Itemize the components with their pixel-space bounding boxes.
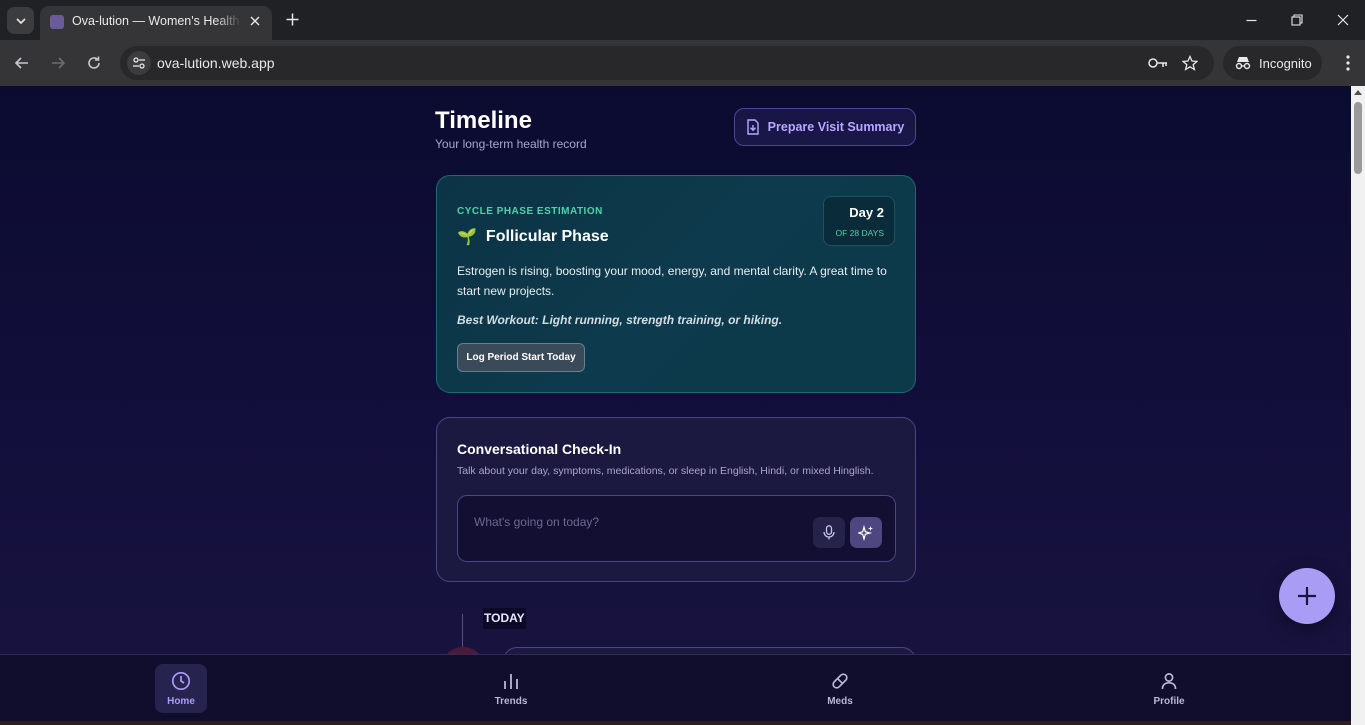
cycle-phase-name: Follicular Phase bbox=[485, 228, 609, 245]
reload-icon bbox=[88, 56, 100, 69]
browser-tabbar: Ova-lution — Women's Health bbox=[0, 0, 1365, 40]
nav-trends-label: Trends bbox=[494, 695, 528, 707]
seedling-icon: 🌱 bbox=[457, 229, 477, 246]
cycle-kicker: CYCLE PHASE ESTIMATION bbox=[457, 206, 603, 217]
restore-button[interactable] bbox=[1288, 11, 1306, 29]
new-tab-button[interactable] bbox=[282, 9, 302, 29]
back-button[interactable] bbox=[11, 52, 33, 74]
cycle-day-number: Day 2 bbox=[849, 205, 884, 220]
password-key-icon[interactable] bbox=[1148, 53, 1168, 73]
incognito-indicator[interactable]: Incognito bbox=[1223, 46, 1322, 80]
cycle-phase-card: CYCLE PHASE ESTIMATION 🌱 Follicular Phas… bbox=[436, 175, 916, 393]
microphone-icon bbox=[823, 525, 835, 540]
checkin-placeholder: What's going on today? bbox=[474, 515, 600, 529]
prepare-visit-summary-label: Prepare Visit Summary bbox=[767, 120, 905, 134]
more-vertical-icon bbox=[1346, 55, 1350, 71]
pill-icon bbox=[832, 672, 848, 689]
restore-icon bbox=[1291, 14, 1303, 26]
file-download-icon bbox=[746, 119, 759, 135]
bar-chart-icon bbox=[504, 673, 518, 689]
tab-search-button[interactable] bbox=[7, 7, 34, 34]
address-bar[interactable]: ova-lution.web.app bbox=[120, 46, 1214, 80]
browser-tab[interactable]: Ova-lution — Women's Health bbox=[40, 6, 272, 40]
voice-input-button[interactable] bbox=[813, 517, 845, 548]
incognito-label: Incognito bbox=[1259, 55, 1312, 71]
nav-profile-label: Profile bbox=[1153, 695, 1185, 707]
tune-icon bbox=[133, 57, 145, 69]
user-icon bbox=[1161, 672, 1177, 689]
plus-icon bbox=[286, 13, 298, 25]
scroll-up-arrow-icon[interactable] bbox=[1354, 90, 1362, 95]
close-tab-icon[interactable] bbox=[246, 12, 264, 30]
bottom-edge bbox=[0, 721, 1351, 725]
incognito-icon bbox=[1235, 57, 1251, 70]
cycle-phase-heading: 🌱 Follicular Phase bbox=[457, 227, 609, 247]
page-viewport: Timeline Your long-term health record Pr… bbox=[0, 86, 1351, 725]
page-scrollbar[interactable] bbox=[1351, 86, 1365, 725]
arrow-right-icon bbox=[52, 57, 66, 69]
prepare-visit-summary-button[interactable]: Prepare Visit Summary bbox=[734, 108, 916, 146]
nav-profile[interactable]: Profile bbox=[1143, 664, 1195, 713]
checkin-card: Conversational Check-In Talk about your … bbox=[436, 417, 916, 582]
chevron-down-icon bbox=[15, 17, 26, 24]
minimize-button[interactable] bbox=[1242, 11, 1260, 29]
close-window-button[interactable] bbox=[1334, 11, 1352, 29]
checkin-title: Conversational Check-In bbox=[457, 441, 622, 457]
nav-trends[interactable]: Trends bbox=[485, 664, 537, 713]
close-icon bbox=[1337, 14, 1349, 26]
bookmark-star-icon[interactable] bbox=[1180, 53, 1200, 73]
scroll-thumb[interactable] bbox=[1354, 102, 1362, 174]
add-entry-button[interactable] bbox=[1279, 568, 1335, 624]
browser-toolbar: ova-lution.web.app Incognito bbox=[0, 40, 1365, 86]
cycle-day-total: OF 28 DAYS bbox=[835, 228, 885, 238]
plus-icon bbox=[1298, 587, 1316, 605]
url-text[interactable]: ova-lution.web.app bbox=[157, 55, 275, 71]
minimize-icon bbox=[1246, 19, 1256, 21]
submit-checkin-button[interactable] bbox=[850, 517, 882, 548]
checkin-input[interactable]: What's going on today? bbox=[457, 495, 896, 562]
clock-icon bbox=[171, 671, 191, 690]
cycle-workout-tip: Best Workout: Light running, strength tr… bbox=[457, 313, 783, 327]
page-title: Timeline bbox=[435, 107, 532, 134]
log-period-start-button[interactable]: Log Period Start Today bbox=[457, 343, 585, 372]
browser-menu-button[interactable] bbox=[1337, 52, 1359, 74]
site-info-button[interactable] bbox=[127, 51, 151, 75]
favicon-icon bbox=[50, 15, 64, 29]
nav-meds[interactable]: Meds bbox=[814, 664, 866, 713]
arrow-left-icon bbox=[14, 57, 28, 69]
reload-button[interactable] bbox=[83, 52, 105, 74]
tab-title: Ova-lution — Women's Health bbox=[72, 14, 240, 28]
forward-button[interactable] bbox=[47, 52, 69, 74]
nav-meds-label: Meds bbox=[827, 695, 853, 707]
nav-home-label: Home bbox=[167, 695, 195, 707]
timeline-today-label: TODAY bbox=[483, 608, 526, 629]
sparkles-icon bbox=[858, 524, 873, 541]
cycle-day-badge: Day 2 OF 28 DAYS bbox=[823, 196, 895, 246]
nav-home[interactable]: Home bbox=[155, 664, 207, 713]
page-subtitle: Your long-term health record bbox=[435, 137, 587, 151]
bottom-navigation: Home Trends Meds Profile bbox=[0, 654, 1351, 721]
cycle-description: Estrogen is rising, boosting your mood, … bbox=[457, 264, 887, 298]
checkin-subtitle: Talk about your day, symptoms, medicatio… bbox=[457, 465, 874, 477]
